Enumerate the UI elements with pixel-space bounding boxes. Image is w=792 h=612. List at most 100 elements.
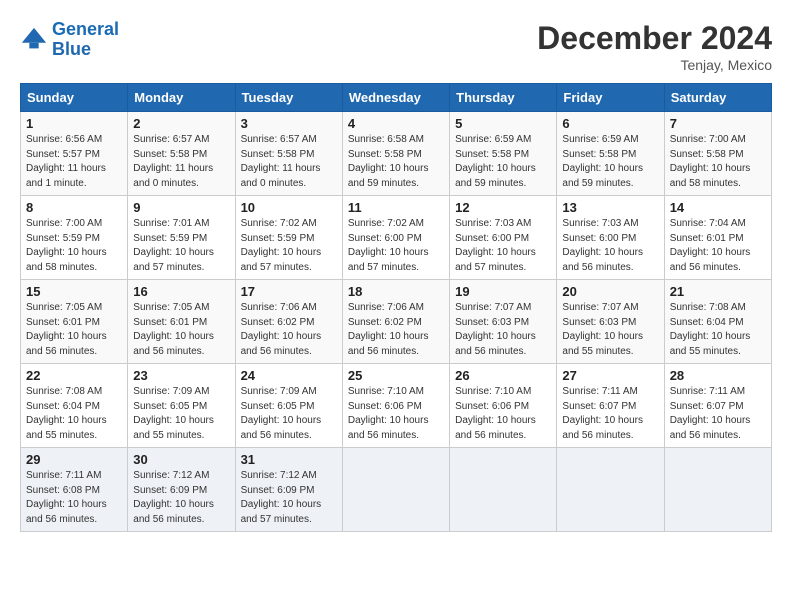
day-cell: 21 Sunrise: 7:08 AM Sunset: 6:04 PM Dayli… <box>664 280 771 364</box>
day-cell: 25 Sunrise: 7:10 AM Sunset: 6:06 PM Dayli… <box>342 364 449 448</box>
logo: General Blue <box>20 20 119 60</box>
day-number: 2 <box>133 116 229 131</box>
day-info: Sunrise: 7:05 AM Sunset: 6:01 PM Dayligh… <box>26 301 122 359</box>
location: Tenjay, Mexico <box>537 57 772 73</box>
day-cell: 5Sunrise: 6:59 AM Sunset: 5:58 PM Daylig… <box>450 112 557 196</box>
day-info: Sunrise: 6:57 AM Sunset: 5:58 PM Dayligh… <box>241 133 337 191</box>
day-cell: 26Sunrise: 7:10 AM Sunset: 6:06 PM Dayli… <box>450 364 557 448</box>
col-header-friday: Friday <box>557 84 664 112</box>
day-cell: 8Sunrise: 7:00 AM Sunset: 5:59 PM Daylig… <box>21 196 128 280</box>
day-number: 29 <box>26 452 122 467</box>
day-cell: 24 Sunrise: 7:09 AM Sunset: 6:05 PM Dayli… <box>235 364 342 448</box>
day-cell: 31 Sunrise: 7:12 AM Sunset: 6:09 PM Dayli… <box>235 448 342 532</box>
day-info: Sunrise: 7:09 AM Sunset: 6:05 PM Dayligh… <box>241 385 337 443</box>
day-info: Sunrise: 6:57 AM Sunset: 5:58 PM Dayligh… <box>133 133 229 191</box>
day-info: Sunrise: 7:00 AM Sunset: 5:58 PM Dayligh… <box>670 133 766 191</box>
day-number: 15 <box>26 284 122 299</box>
day-number: 20 <box>562 284 658 299</box>
day-cell <box>342 448 449 532</box>
day-info: Sunrise: 7:09 AM Sunset: 6:05 PM Dayligh… <box>133 385 229 443</box>
day-number: 25 <box>348 368 444 383</box>
col-header-monday: Monday <box>128 84 235 112</box>
day-info: Sunrise: 7:07 AM Sunset: 6:03 PM Dayligh… <box>562 301 658 359</box>
day-cell <box>557 448 664 532</box>
day-number: 23 <box>133 368 229 383</box>
day-number: 1 <box>26 116 122 131</box>
day-number: 14 <box>670 200 766 215</box>
day-number: 3 <box>241 116 337 131</box>
day-info: Sunrise: 7:02 AM Sunset: 6:00 PM Dayligh… <box>348 217 444 275</box>
day-cell: 15 Sunrise: 7:05 AM Sunset: 6:01 PM Dayli… <box>21 280 128 364</box>
day-number: 27 <box>562 368 658 383</box>
week-row-4: 22Sunrise: 7:08 AM Sunset: 6:04 PM Dayli… <box>21 364 772 448</box>
day-info: Sunrise: 7:01 AM Sunset: 5:59 PM Dayligh… <box>133 217 229 275</box>
day-number: 26 <box>455 368 551 383</box>
week-row-3: 15 Sunrise: 7:05 AM Sunset: 6:01 PM Dayli… <box>21 280 772 364</box>
day-info: Sunrise: 7:11 AM Sunset: 6:07 PM Dayligh… <box>562 385 658 443</box>
month-title: December 2024 <box>537 20 772 57</box>
day-info: Sunrise: 7:08 AM Sunset: 6:04 PM Dayligh… <box>670 301 766 359</box>
day-info: Sunrise: 7:08 AM Sunset: 6:04 PM Dayligh… <box>26 385 122 443</box>
day-cell <box>664 448 771 532</box>
day-cell: 18Sunrise: 7:06 AM Sunset: 6:02 PM Dayli… <box>342 280 449 364</box>
day-info: Sunrise: 6:56 AM Sunset: 5:57 PM Dayligh… <box>26 133 122 191</box>
day-cell: 2 Sunrise: 6:57 AM Sunset: 5:58 PM Daylig… <box>128 112 235 196</box>
day-info: Sunrise: 7:10 AM Sunset: 6:06 PM Dayligh… <box>348 385 444 443</box>
day-cell: 30 Sunrise: 7:12 AM Sunset: 6:09 PM Dayli… <box>128 448 235 532</box>
day-number: 9 <box>133 200 229 215</box>
day-number: 4 <box>348 116 444 131</box>
day-cell: 16 Sunrise: 7:05 AM Sunset: 6:01 PM Dayli… <box>128 280 235 364</box>
day-number: 7 <box>670 116 766 131</box>
day-number: 30 <box>133 452 229 467</box>
header: General Blue December 2024 Tenjay, Mexic… <box>20 20 772 73</box>
day-cell: 20 Sunrise: 7:07 AM Sunset: 6:03 PM Dayli… <box>557 280 664 364</box>
day-info: Sunrise: 7:11 AM Sunset: 6:07 PM Dayligh… <box>670 385 766 443</box>
day-info: Sunrise: 6:59 AM Sunset: 5:58 PM Dayligh… <box>455 133 551 191</box>
col-header-tuesday: Tuesday <box>235 84 342 112</box>
day-number: 11 <box>348 200 444 215</box>
day-number: 18 <box>348 284 444 299</box>
day-info: Sunrise: 7:05 AM Sunset: 6:01 PM Dayligh… <box>133 301 229 359</box>
day-info: Sunrise: 6:59 AM Sunset: 5:58 PM Dayligh… <box>562 133 658 191</box>
header-row: SundayMondayTuesdayWednesdayThursdayFrid… <box>21 84 772 112</box>
day-cell: 3 Sunrise: 6:57 AM Sunset: 5:58 PM Daylig… <box>235 112 342 196</box>
day-number: 17 <box>241 284 337 299</box>
day-cell: 7 Sunrise: 7:00 AM Sunset: 5:58 PM Daylig… <box>664 112 771 196</box>
day-cell: 11 Sunrise: 7:02 AM Sunset: 6:00 PM Dayli… <box>342 196 449 280</box>
day-number: 21 <box>670 284 766 299</box>
day-cell: 19Sunrise: 7:07 AM Sunset: 6:03 PM Dayli… <box>450 280 557 364</box>
day-cell <box>450 448 557 532</box>
day-info: Sunrise: 7:07 AM Sunset: 6:03 PM Dayligh… <box>455 301 551 359</box>
day-number: 13 <box>562 200 658 215</box>
title-area: December 2024 Tenjay, Mexico <box>537 20 772 73</box>
day-info: Sunrise: 7:11 AM Sunset: 6:08 PM Dayligh… <box>26 469 122 527</box>
day-info: Sunrise: 6:58 AM Sunset: 5:58 PM Dayligh… <box>348 133 444 191</box>
col-header-sunday: Sunday <box>21 84 128 112</box>
day-cell: 6Sunrise: 6:59 AM Sunset: 5:58 PM Daylig… <box>557 112 664 196</box>
col-header-thursday: Thursday <box>450 84 557 112</box>
day-number: 31 <box>241 452 337 467</box>
day-cell: 23 Sunrise: 7:09 AM Sunset: 6:05 PM Dayli… <box>128 364 235 448</box>
day-cell: 14Sunrise: 7:04 AM Sunset: 6:01 PM Dayli… <box>664 196 771 280</box>
day-cell: 22Sunrise: 7:08 AM Sunset: 6:04 PM Dayli… <box>21 364 128 448</box>
day-info: Sunrise: 7:12 AM Sunset: 6:09 PM Dayligh… <box>133 469 229 527</box>
day-info: Sunrise: 7:12 AM Sunset: 6:09 PM Dayligh… <box>241 469 337 527</box>
day-number: 16 <box>133 284 229 299</box>
logo-icon <box>20 26 48 54</box>
day-cell: 17Sunrise: 7:06 AM Sunset: 6:02 PM Dayli… <box>235 280 342 364</box>
day-number: 12 <box>455 200 551 215</box>
day-cell: 27 Sunrise: 7:11 AM Sunset: 6:07 PM Dayli… <box>557 364 664 448</box>
day-cell: 10Sunrise: 7:02 AM Sunset: 5:59 PM Dayli… <box>235 196 342 280</box>
logo-text: General Blue <box>52 20 119 60</box>
day-cell: 9 Sunrise: 7:01 AM Sunset: 5:59 PM Daylig… <box>128 196 235 280</box>
day-info: Sunrise: 7:00 AM Sunset: 5:59 PM Dayligh… <box>26 217 122 275</box>
day-info: Sunrise: 7:03 AM Sunset: 6:00 PM Dayligh… <box>455 217 551 275</box>
logo-line1: General <box>52 19 119 39</box>
col-header-saturday: Saturday <box>664 84 771 112</box>
day-number: 24 <box>241 368 337 383</box>
week-row-1: 1 Sunrise: 6:56 AM Sunset: 5:57 PM Daylig… <box>21 112 772 196</box>
col-header-wednesday: Wednesday <box>342 84 449 112</box>
day-info: Sunrise: 7:02 AM Sunset: 5:59 PM Dayligh… <box>241 217 337 275</box>
day-cell: 13Sunrise: 7:03 AM Sunset: 6:00 PM Dayli… <box>557 196 664 280</box>
day-cell: 12 Sunrise: 7:03 AM Sunset: 6:00 PM Dayli… <box>450 196 557 280</box>
